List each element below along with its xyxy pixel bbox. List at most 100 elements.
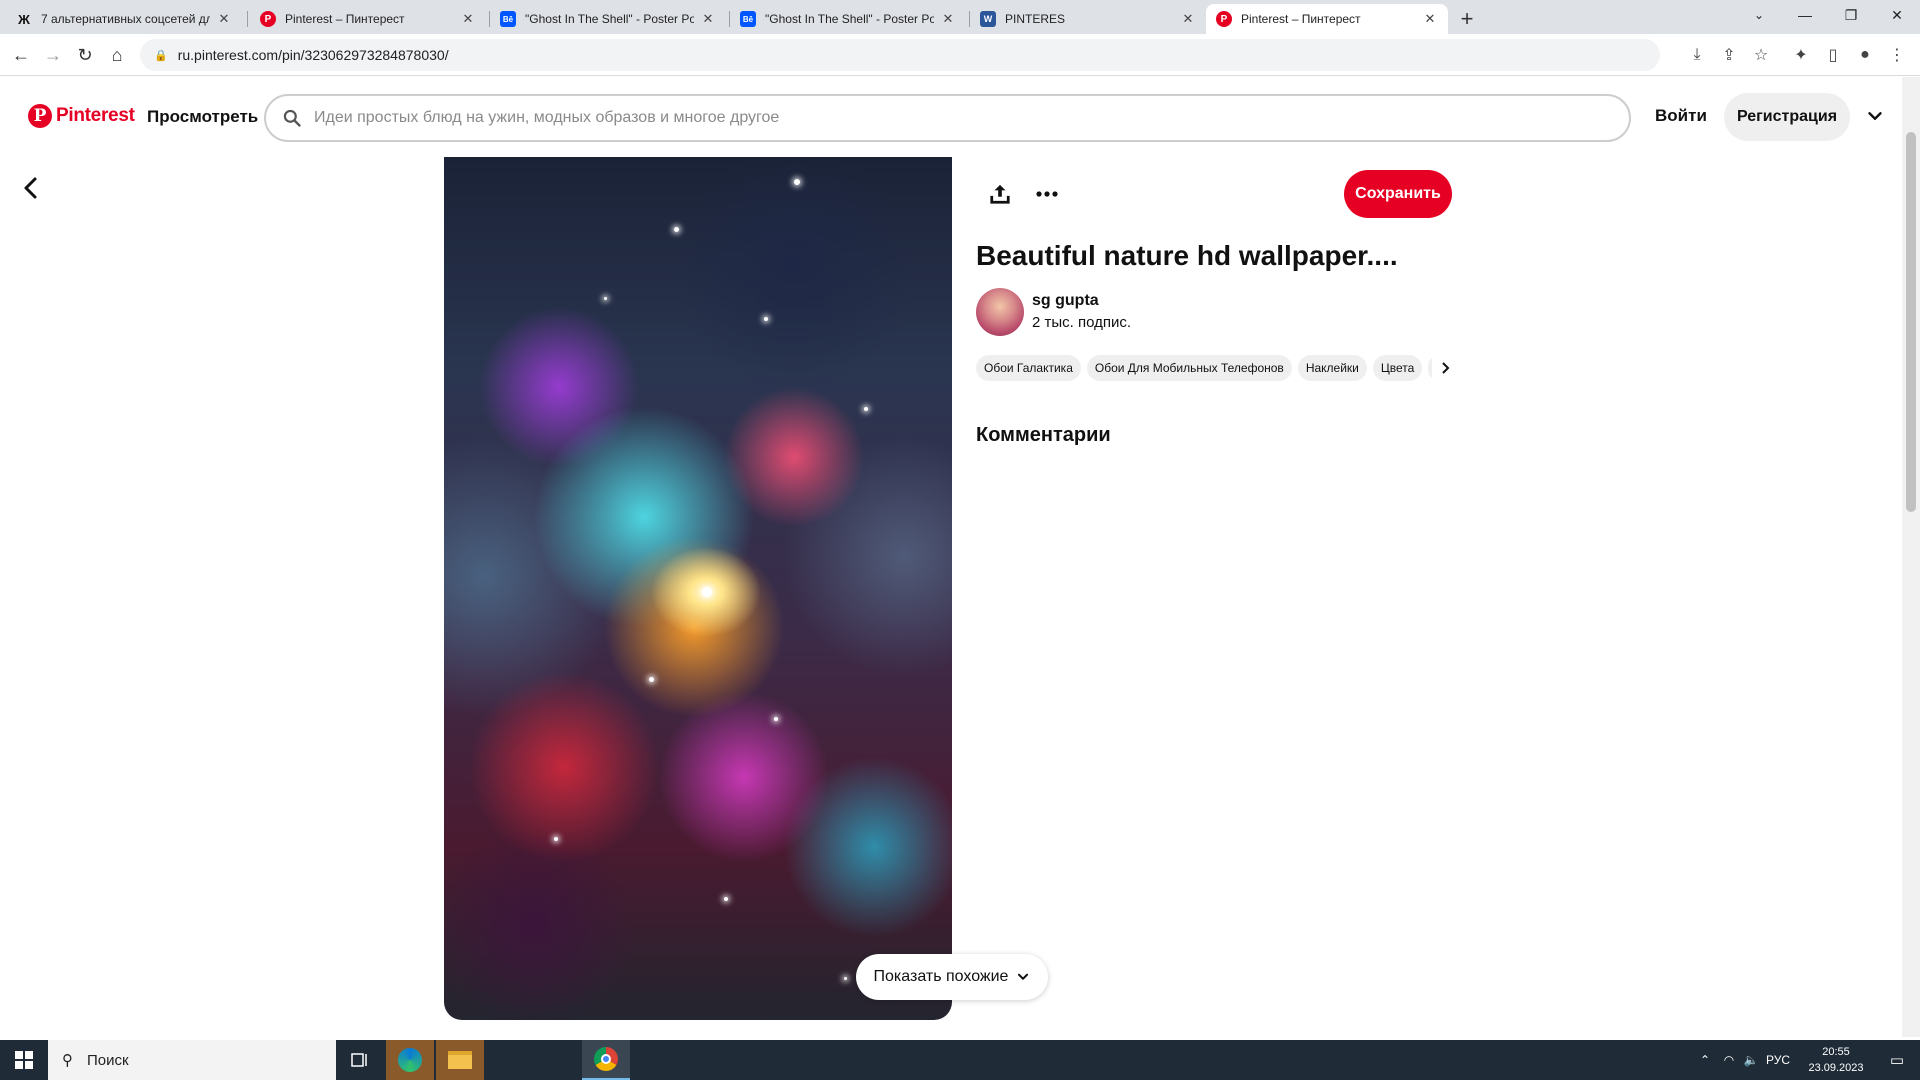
pinterest-favicon-icon: P	[260, 11, 276, 27]
edge-icon	[398, 1048, 422, 1072]
tab-separator	[247, 11, 248, 27]
volume-icon[interactable]: 🔈	[1740, 1040, 1762, 1080]
taskbar-explorer[interactable]	[436, 1040, 484, 1080]
page-scrollbar[interactable]	[1902, 77, 1920, 1037]
tags-next-button[interactable]	[1432, 355, 1458, 381]
close-tab-icon[interactable]: ✕	[1422, 11, 1438, 27]
more-options-button[interactable]	[1032, 179, 1062, 209]
task-view-button[interactable]	[336, 1040, 384, 1080]
back-arrow-icon[interactable]: ←	[6, 40, 36, 70]
tab-title: "Ghost In The Shell" - Poster Pos	[765, 12, 934, 26]
reload-icon[interactable]: ↻	[70, 40, 100, 70]
profile-icon[interactable]: ●	[1850, 40, 1880, 70]
url-bar[interactable]: 🔒 ru.pinterest.com/pin/32306297328487803…	[140, 39, 1660, 71]
pinterest-favicon-icon: P	[1216, 11, 1232, 27]
home-icon[interactable]: ⌂	[102, 40, 132, 70]
windows-taskbar: ⚲ Поиск ⌃ ◠ 🔈 РУС 20:55 23.09.2023 ▭	[0, 1040, 1920, 1080]
tab-search-chevron-icon[interactable]: ⌄	[1736, 0, 1782, 30]
address-toolbar: ← → ↻ ⌂ 🔒 ru.pinterest.com/pin/323062973…	[0, 34, 1920, 76]
image-sparkle	[649, 677, 654, 682]
tray-overflow-chevron-icon[interactable]: ⌃	[1694, 1040, 1716, 1080]
author-name[interactable]: sg gupta	[1032, 292, 1099, 310]
search-input[interactable]	[314, 109, 1629, 127]
minimize-icon[interactable]: —	[1782, 0, 1828, 30]
pinterest-header: P Pinterest Просмотреть Войти Регистраци…	[0, 77, 1900, 157]
tab-5[interactable]: W PINTERES ✕	[970, 4, 1206, 34]
close-tab-icon[interactable]: ✕	[1180, 11, 1196, 27]
close-window-icon[interactable]: ✕	[1874, 0, 1920, 30]
tag-chip[interactable]: Наклейки	[1297, 355, 1367, 381]
save-button[interactable]: Сохранить	[1344, 170, 1452, 218]
show-similar-button[interactable]: Показать похожие	[856, 954, 1048, 1000]
browse-link[interactable]: Просмотреть	[147, 107, 258, 127]
chevron-down-icon[interactable]	[1864, 105, 1886, 127]
chrome-icon	[594, 1047, 618, 1071]
chevron-down-icon	[1018, 973, 1029, 980]
tag-chip[interactable]: Цвета	[1372, 355, 1423, 381]
taskbar-search-label: Поиск	[87, 1051, 129, 1069]
scrollbar-thumb[interactable]	[1906, 132, 1916, 512]
comments-heading: Комментарии	[976, 424, 1111, 446]
taskbar-search[interactable]: ⚲ Поиск	[48, 1040, 336, 1080]
signup-button[interactable]: Регистрация	[1724, 93, 1850, 141]
search-icon: ⚲	[62, 1052, 73, 1069]
taskbar-edge[interactable]	[386, 1040, 434, 1080]
image-sparkle	[702, 587, 712, 597]
zen-favicon-icon: Ж	[18, 11, 30, 27]
logo-text: Pinterest	[56, 105, 135, 126]
notifications-icon[interactable]: ▭	[1880, 1040, 1914, 1080]
browser-menu-icon[interactable]: ⋮	[1882, 40, 1912, 70]
chevron-left-icon	[24, 177, 37, 199]
tab-title: PINTERES	[1005, 12, 1066, 26]
bookmark-star-icon[interactable]: ☆	[1746, 40, 1776, 70]
tab-4[interactable]: Bē "Ghost In The Shell" - Poster Pos ✕	[730, 4, 966, 34]
behance-favicon-icon: Bē	[740, 11, 756, 27]
lock-icon: 🔒	[154, 49, 168, 62]
avatar[interactable]	[976, 288, 1024, 336]
image-sparkle	[844, 977, 847, 980]
pinterest-logo[interactable]: P Pinterest	[28, 104, 135, 128]
pin-image[interactable]	[444, 157, 952, 1020]
tab-1[interactable]: Ж 7 альтернативных соцсетей для ✕	[6, 4, 242, 34]
restore-icon[interactable]: ❐	[1828, 0, 1874, 30]
clock-time: 20:55	[1822, 1046, 1850, 1058]
system-clock[interactable]: 20:55 23.09.2023	[1796, 1044, 1876, 1076]
pin-title: Beautiful nature hd wallpaper....	[976, 240, 1398, 271]
side-panel-icon[interactable]: ▯	[1818, 40, 1848, 70]
chevron-right-icon	[1442, 362, 1450, 374]
word-favicon-icon: W	[980, 11, 996, 27]
url-text: ru.pinterest.com/pin/323062973284878030/	[177, 47, 449, 63]
close-tab-icon[interactable]: ✕	[460, 11, 476, 27]
image-sparkle	[554, 837, 558, 841]
tab-6-active[interactable]: P Pinterest – Пинтерест ✕	[1206, 4, 1448, 34]
follower-count: 2 тыс. подпис.	[1032, 314, 1132, 331]
language-indicator[interactable]: РУС	[1762, 1040, 1794, 1080]
pinterest-logo-icon: P	[28, 104, 52, 128]
tab-2[interactable]: P Pinterest – Пинтерест ✕	[250, 4, 486, 34]
start-button[interactable]	[0, 1040, 48, 1080]
more-dots-icon	[1036, 191, 1058, 197]
login-link[interactable]: Войти	[1655, 106, 1707, 126]
new-tab-plus-icon[interactable]: +	[1453, 5, 1481, 33]
extensions-icon[interactable]: ✦	[1786, 40, 1816, 70]
tag-chip[interactable]: Обои Галактика	[976, 355, 1081, 381]
close-tab-icon[interactable]: ✕	[216, 11, 232, 27]
image-sparkle	[674, 227, 679, 232]
tag-list: Обои Галактика Обои Для Мобильных Телефо…	[976, 355, 1454, 381]
tab-title: Pinterest – Пинтерест	[285, 12, 405, 26]
image-sparkle	[604, 297, 607, 300]
tab-3[interactable]: Bē "Ghost In The Shell" - Poster Pos ✕	[490, 4, 726, 34]
forward-arrow-icon[interactable]: →	[38, 40, 68, 70]
back-button[interactable]	[16, 170, 46, 206]
image-sparkle	[864, 407, 868, 411]
search-bar[interactable]	[264, 94, 1631, 142]
share-button[interactable]	[985, 179, 1015, 209]
share-page-icon[interactable]: ⇪	[1714, 40, 1744, 70]
taskbar-chrome[interactable]	[582, 1040, 630, 1080]
install-app-icon[interactable]: ⤓	[1682, 40, 1712, 70]
close-tab-icon[interactable]: ✕	[700, 11, 716, 27]
clock-date: 23.09.2023	[1808, 1062, 1864, 1074]
close-tab-icon[interactable]: ✕	[940, 11, 956, 27]
network-icon[interactable]: ◠	[1718, 1040, 1740, 1080]
tag-chip[interactable]: Обои Для Мобильных Телефонов	[1086, 355, 1292, 381]
